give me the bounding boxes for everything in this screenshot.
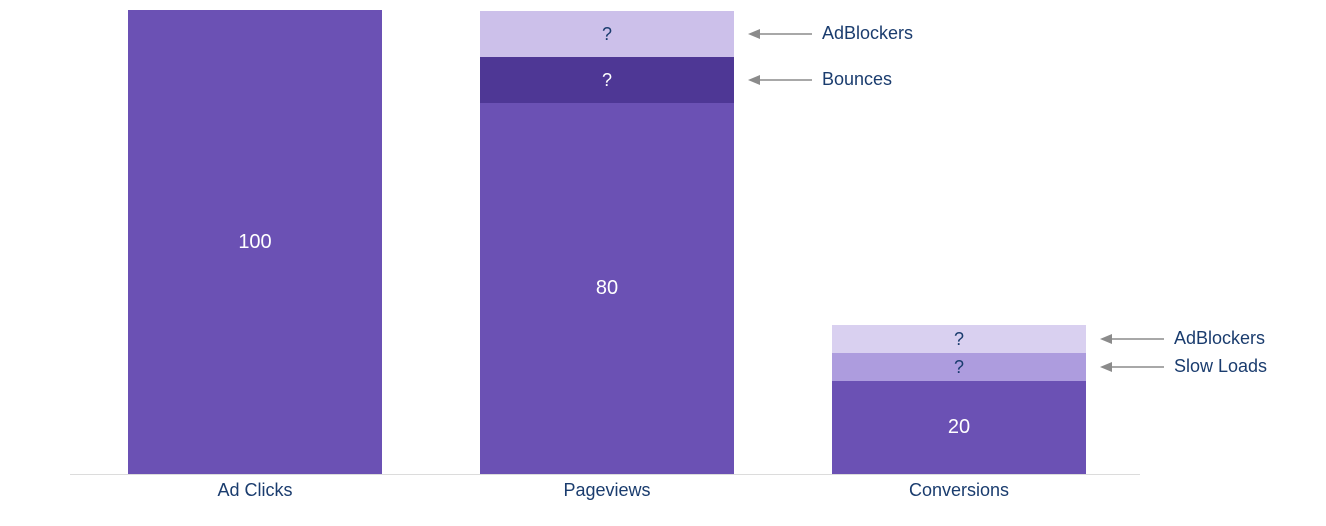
bar-pageviews-adblockers-value: ? [602,24,612,45]
bar-conversions-value: 20 [948,416,970,439]
arrow-icon [748,26,812,42]
arrow-icon [1100,359,1164,375]
bar-conversions-adblockers: ? [832,325,1086,353]
bar-ad-clicks-value: 100 [238,231,271,254]
bar-conversions-main: 20 [832,381,1086,474]
x-label-conversions: Conversions [832,480,1086,501]
bar-pageviews-main: 80 [480,103,734,474]
bar-conversions: 20 ? ? [832,10,1086,474]
baseline [70,474,1140,475]
bar-conversions-adblockers-value: ? [954,329,964,350]
arrow-icon [748,72,812,88]
bar-ad-clicks-main: 100 [128,10,382,474]
bar-conversions-slowloads-value: ? [954,357,964,378]
bar-pageviews-value: 80 [596,277,618,300]
funnel-chart: 100 Ad Clicks 80 ? ? Pageviews AdBlocker… [0,0,1326,526]
arrow-icon [1100,331,1164,347]
bar-pageviews-bounces: ? [480,57,734,103]
bar-pageviews-bounces-value: ? [602,70,612,91]
callout-adblockers-2: AdBlockers [1174,328,1265,349]
x-label-pageviews: Pageviews [480,480,734,501]
bar-ad-clicks: 100 [128,10,382,474]
callout-slowloads: Slow Loads [1174,356,1267,377]
x-label-ad-clicks: Ad Clicks [128,480,382,501]
bar-pageviews-adblockers: ? [480,11,734,57]
bar-pageviews: 80 ? ? [480,10,734,474]
bar-conversions-slowloads: ? [832,353,1086,381]
